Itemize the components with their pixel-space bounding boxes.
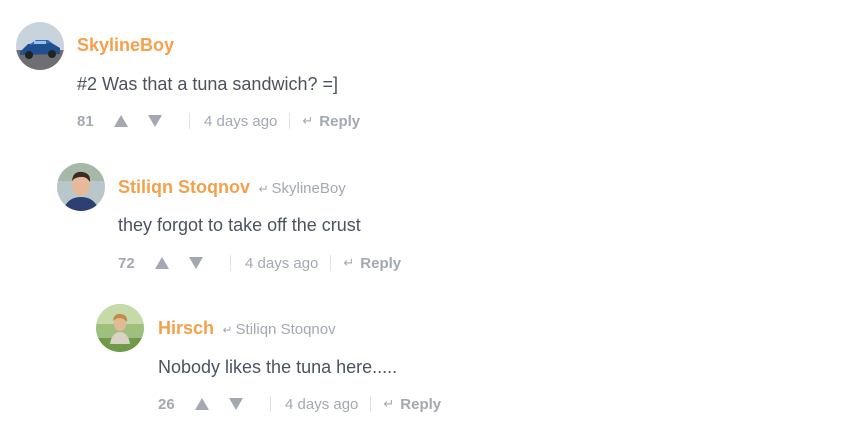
triangle-down-icon bbox=[189, 257, 203, 269]
downvote-button[interactable] bbox=[188, 256, 204, 270]
reply-to-name: Stiliqn Stoqnov bbox=[235, 321, 336, 338]
divider bbox=[330, 255, 332, 271]
in-reply-to[interactable]: ↵ Stiliqn Stoqnov bbox=[222, 321, 335, 338]
comment-thread: SkylineBoy #2 Was that a tuna sandwich? … bbox=[0, 0, 841, 436]
reply-button[interactable]: ↵ Reply bbox=[302, 113, 360, 130]
timestamp[interactable]: 4 days ago bbox=[285, 396, 358, 413]
reply-button[interactable]: ↵ Reply bbox=[383, 396, 441, 413]
comment-header: Stiliqn Stoqnov ↵ SkylineBoy bbox=[118, 176, 346, 200]
timestamp[interactable]: 4 days ago bbox=[204, 113, 277, 130]
comment-item: SkylineBoy #2 Was that a tuna sandwich? … bbox=[0, 0, 841, 140]
timestamp[interactable]: 4 days ago bbox=[245, 255, 318, 272]
comment-footer: 72 4 days ago ↵ Reply bbox=[118, 252, 401, 274]
reply-arrow-icon: ↵ bbox=[383, 396, 395, 411]
divider bbox=[270, 396, 271, 412]
comment-body: #2 Was that a tuna sandwich? =] bbox=[77, 74, 338, 94]
reply-arrow-icon: ↵ bbox=[222, 323, 233, 337]
downvote-button[interactable] bbox=[228, 397, 244, 411]
triangle-down-icon bbox=[229, 398, 243, 410]
reply-label: Reply bbox=[400, 395, 442, 413]
comment-header: SkylineBoy bbox=[77, 34, 174, 58]
reply-to-name: SkylineBoy bbox=[271, 180, 346, 197]
upvote-button[interactable] bbox=[113, 114, 129, 128]
comment-body: Nobody likes the tuna here..... bbox=[158, 357, 398, 377]
comment-footer: 26 4 days ago ↵ Reply bbox=[158, 393, 441, 415]
comment-body: they forgot to take off the crust bbox=[118, 215, 361, 235]
divider bbox=[370, 396, 372, 412]
downvote-button[interactable] bbox=[147, 114, 163, 128]
car-photo-icon bbox=[16, 22, 64, 70]
divider bbox=[189, 113, 190, 129]
divider bbox=[289, 113, 291, 129]
reply-arrow-icon: ↵ bbox=[343, 255, 355, 270]
in-reply-to[interactable]: ↵ SkylineBoy bbox=[258, 180, 345, 197]
upvote-button[interactable] bbox=[154, 256, 170, 270]
avatar[interactable] bbox=[96, 304, 144, 352]
reply-label: Reply bbox=[360, 254, 402, 272]
reply-button[interactable]: ↵ Reply bbox=[343, 255, 401, 272]
triangle-up-icon bbox=[114, 115, 128, 127]
avatar[interactable] bbox=[16, 22, 64, 70]
author-name[interactable]: Stiliqn Stoqnov bbox=[118, 177, 250, 197]
comment-header: Hirsch ↵ Stiliqn Stoqnov bbox=[158, 317, 336, 341]
score: 26 bbox=[158, 395, 175, 413]
outdoor-photo-icon bbox=[96, 304, 144, 352]
author-name[interactable]: Hirsch bbox=[158, 318, 214, 338]
person-photo-icon bbox=[57, 163, 105, 211]
score: 81 bbox=[77, 112, 94, 130]
comment-item: Hirsch ↵ Stiliqn Stoqnov Nobody likes the… bbox=[0, 0, 841, 413]
upvote-button[interactable] bbox=[194, 397, 210, 411]
score: 72 bbox=[118, 254, 135, 272]
triangle-up-icon bbox=[195, 398, 209, 410]
triangle-up-icon bbox=[155, 257, 169, 269]
reply-arrow-icon: ↵ bbox=[302, 113, 314, 128]
comment-footer: 81 4 days ago ↵ Reply bbox=[77, 110, 360, 132]
avatar[interactable] bbox=[57, 163, 105, 211]
divider bbox=[230, 255, 231, 271]
triangle-down-icon bbox=[148, 115, 162, 127]
reply-arrow-icon: ↵ bbox=[258, 182, 269, 196]
reply-label: Reply bbox=[319, 112, 361, 130]
author-name[interactable]: SkylineBoy bbox=[77, 35, 174, 55]
